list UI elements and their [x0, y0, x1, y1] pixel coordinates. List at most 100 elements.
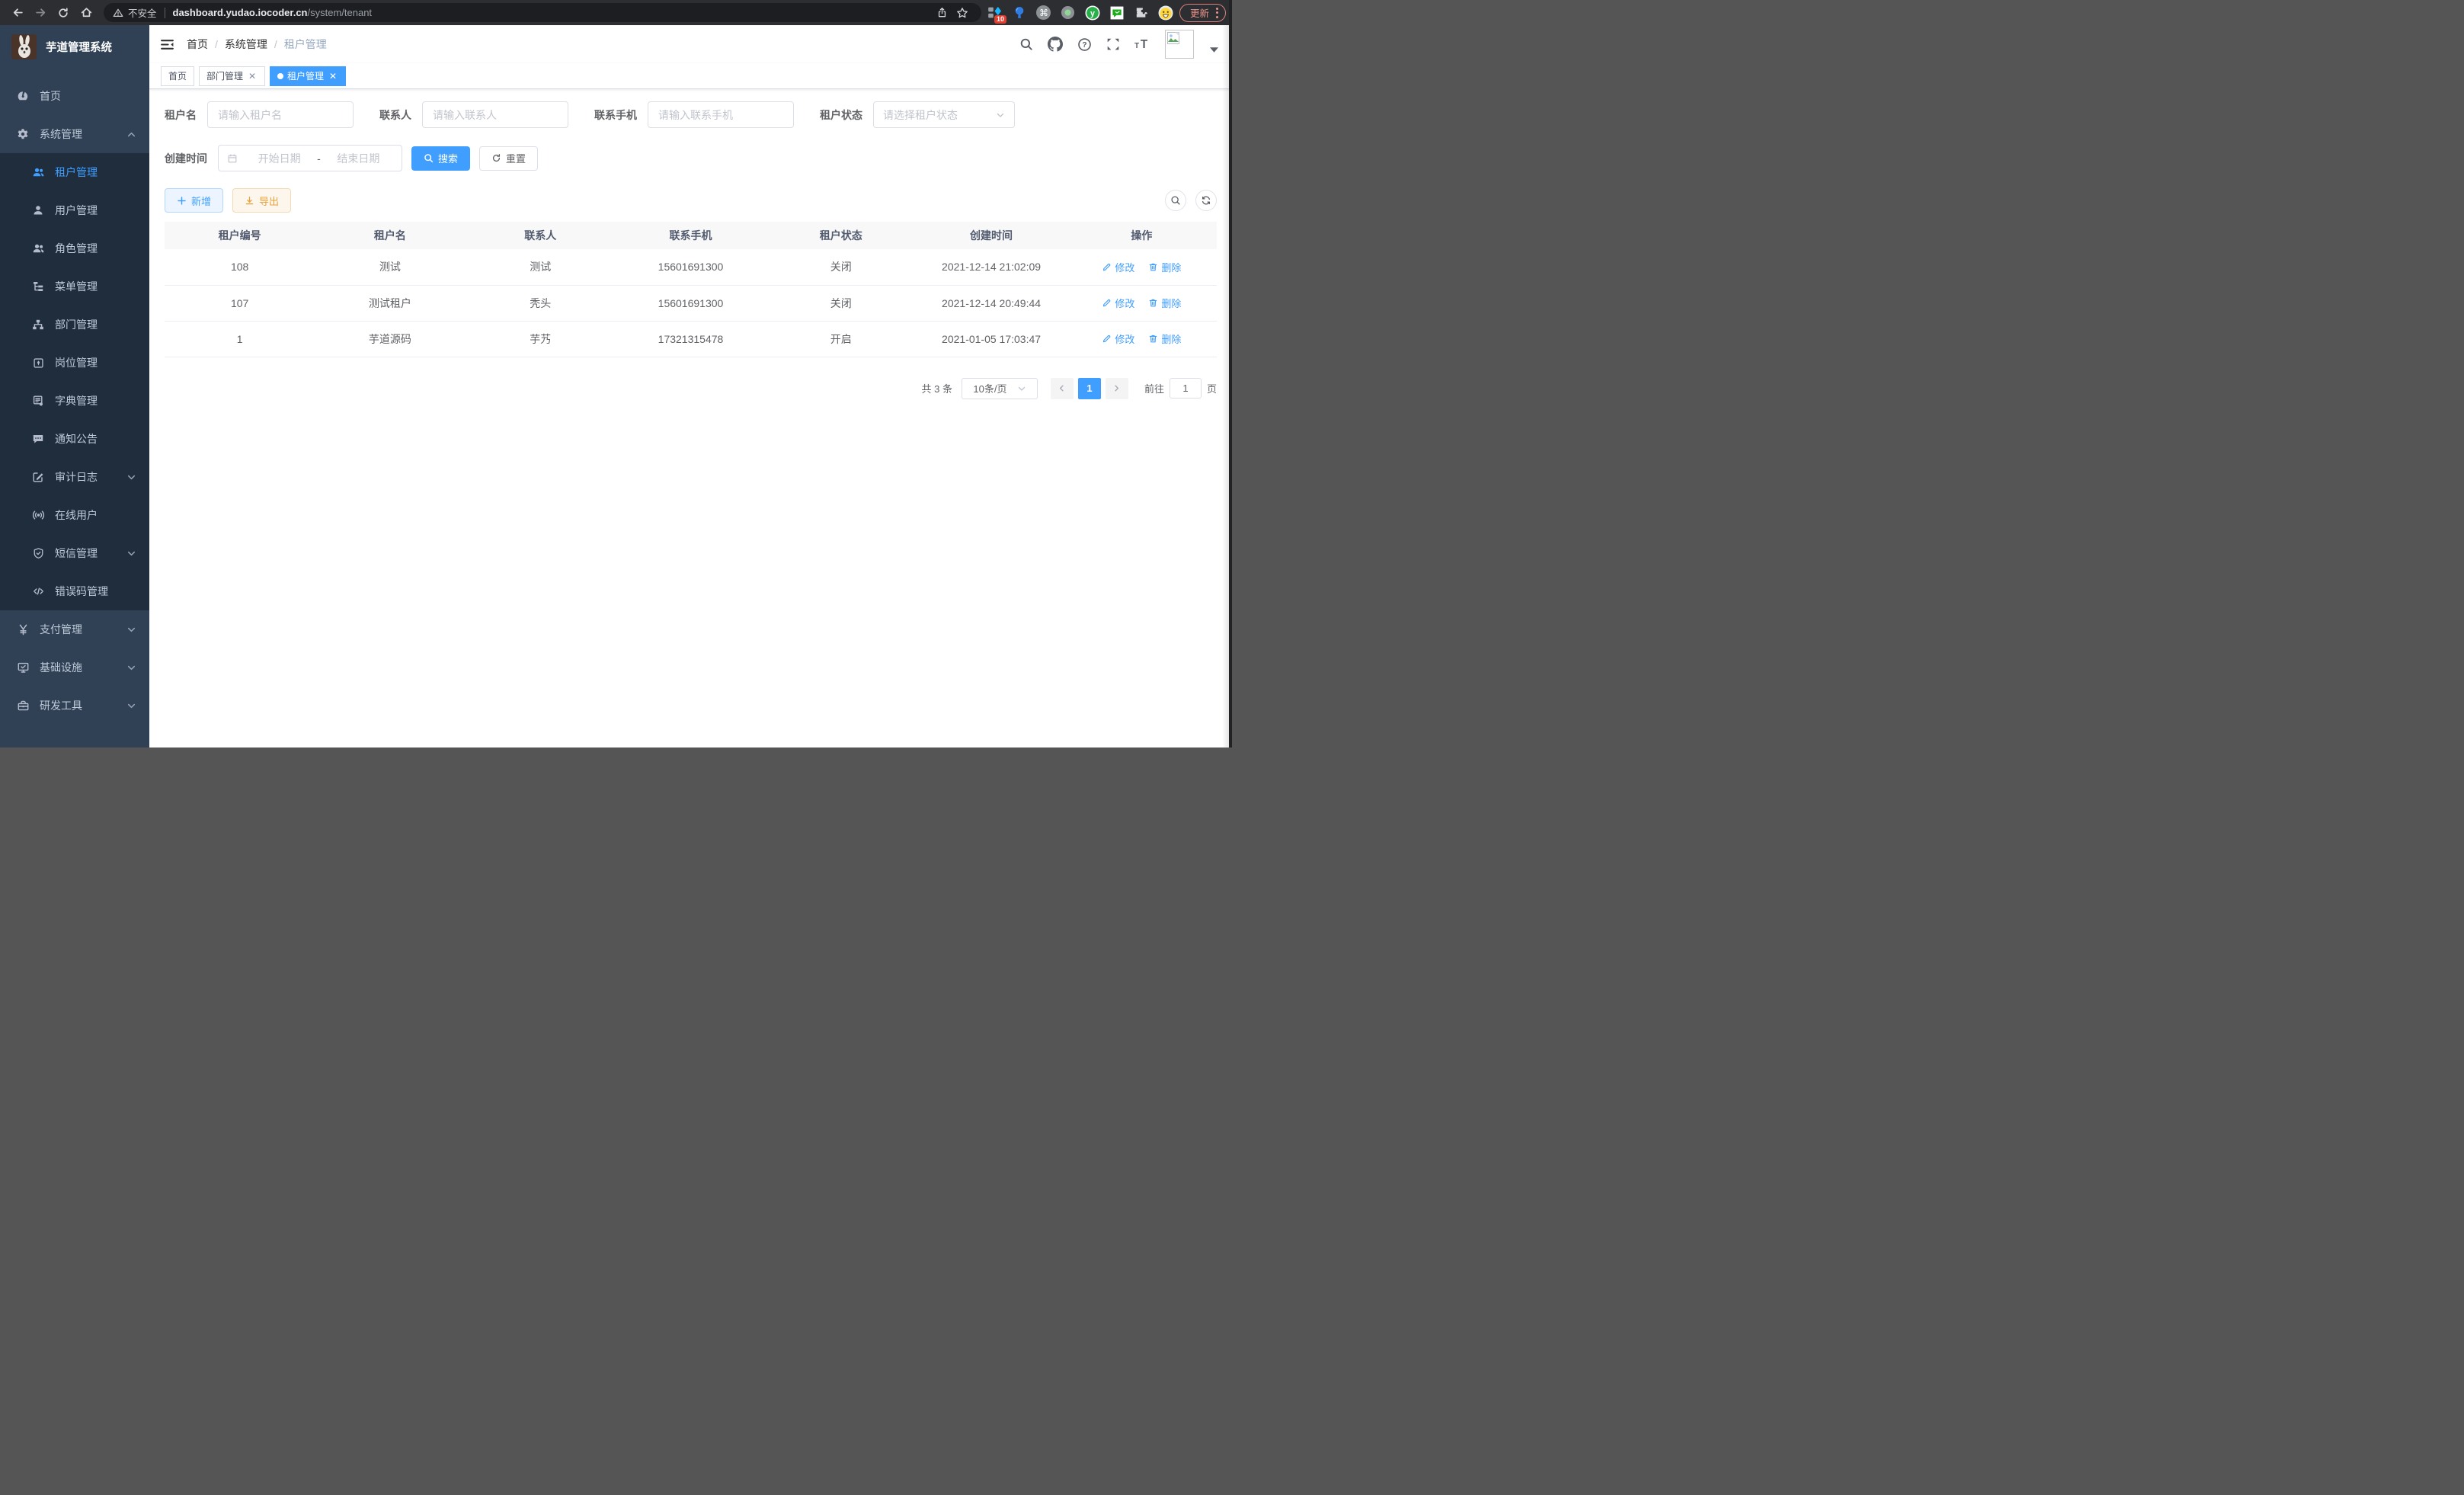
delete-button[interactable]: 删除: [1148, 296, 1181, 310]
sidebar-item-短信管理[interactable]: 短信管理: [0, 534, 149, 572]
chevron-down-icon: [126, 663, 136, 673]
breadcrumb-item[interactable]: 系统管理: [225, 37, 267, 52]
extension-badge: 10: [994, 15, 1006, 24]
extension-tiles-icon[interactable]: 10: [987, 5, 1003, 21]
bookmark-star-icon[interactable]: [955, 5, 970, 21]
share-icon[interactable]: [935, 5, 950, 21]
sidebar-collapse-icon[interactable]: [160, 37, 174, 52]
address-bar[interactable]: 不安全 dashboard.yudao.iocoder.cn/system/te…: [104, 3, 981, 22]
filter-row-2: 创建时间 开始日期 - 结束日期 搜索: [165, 145, 1217, 171]
delete-button[interactable]: 删除: [1148, 331, 1181, 346]
export-button[interactable]: 导出: [232, 188, 291, 213]
sidebar-item-label: 租户管理: [55, 165, 98, 180]
show-search-toggle-button[interactable]: [1165, 190, 1186, 211]
tab-部门管理[interactable]: 部门管理✕: [199, 66, 265, 86]
page-size-select[interactable]: 10条/页: [962, 378, 1038, 399]
content: 租户名 联系人 联系手机 租户状态 请选择租户状态: [149, 89, 1232, 748]
page-number-1[interactable]: 1: [1078, 378, 1101, 399]
edit-button[interactable]: 修改: [1102, 331, 1134, 346]
sidebar-item-用户管理[interactable]: 用户管理: [0, 191, 149, 229]
cell-phone: 15601691300: [616, 285, 766, 321]
svg-text:?: ?: [1082, 41, 1086, 50]
sidebar-item-租户管理[interactable]: 租户管理: [0, 153, 149, 191]
github-icon[interactable]: [1048, 37, 1063, 52]
goto-page-input[interactable]: [1170, 378, 1202, 399]
browser-forward-icon[interactable]: [31, 4, 50, 22]
avatar[interactable]: [1165, 30, 1194, 59]
extension-command-icon[interactable]: ⌘: [1036, 5, 1051, 21]
add-button[interactable]: 新增: [165, 188, 223, 213]
close-icon[interactable]: ✕: [328, 71, 338, 82]
sidebar-item-label: 部门管理: [55, 317, 98, 332]
column-header: 租户名: [315, 222, 465, 249]
help-icon[interactable]: ?: [1077, 37, 1092, 52]
screen: 不安全 dashboard.yudao.iocoder.cn/system/te…: [0, 0, 1232, 748]
sidebar-item-在线用户[interactable]: 在线用户: [0, 496, 149, 534]
browser-menu-icon[interactable]: [1216, 8, 1218, 18]
phone-input[interactable]: [648, 101, 794, 128]
extension-puzzle-icon[interactable]: [1134, 5, 1149, 21]
reset-button[interactable]: 重置: [479, 146, 538, 171]
edit-button[interactable]: 修改: [1102, 296, 1134, 310]
sms-shield-icon: [30, 547, 46, 559]
sidebar-item-字典管理[interactable]: 字典管理: [0, 382, 149, 420]
broken-image-icon: [1167, 32, 1179, 44]
phone-label: 联系手机: [594, 107, 637, 123]
sidebar-item-通知公告[interactable]: 通知公告: [0, 420, 149, 458]
browser-update-button[interactable]: 更新: [1179, 4, 1226, 22]
sidebar-item-label: 基础设施: [40, 660, 82, 675]
tenant-table: 租户编号租户名联系人联系手机租户状态创建时间操作 108测试测试15601691…: [165, 222, 1217, 357]
header-search-icon[interactable]: [1019, 37, 1033, 51]
sidebar-item-菜单管理[interactable]: 菜单管理: [0, 267, 149, 306]
prev-page-button[interactable]: [1051, 378, 1074, 399]
sidebar-item-label: 通知公告: [55, 431, 98, 447]
total-count: 共 3 条: [922, 381, 952, 395]
tab-首页[interactable]: 首页: [161, 66, 194, 86]
refresh-table-button[interactable]: [1195, 190, 1217, 211]
search-button[interactable]: 搜索: [411, 146, 470, 171]
app-title: 芋道管理系统: [46, 39, 112, 55]
extension-chat-icon[interactable]: [1109, 5, 1125, 21]
font-size-icon[interactable]: TT: [1134, 37, 1150, 51]
sidebar: 芋道管理系统 首页系统管理租户管理用户管理角色管理菜单管理部门管理岗位管理字典管…: [0, 25, 149, 748]
create-time-range-picker[interactable]: 开始日期 - 结束日期: [218, 145, 402, 171]
close-icon[interactable]: ✕: [247, 71, 258, 82]
sidebar-item-系统管理[interactable]: 系统管理: [0, 115, 149, 153]
browser-home-icon[interactable]: [77, 4, 95, 22]
security-chip[interactable]: 不安全: [113, 5, 157, 20]
contact-input[interactable]: [422, 101, 568, 128]
browser-back-icon[interactable]: [8, 4, 27, 22]
sidebar-item-部门管理[interactable]: 部门管理: [0, 306, 149, 344]
page-header: 首页/系统管理/租户管理 ? TT: [149, 25, 1232, 63]
avatar-caret-icon[interactable]: [1210, 37, 1218, 53]
app-logo-row[interactable]: 芋道管理系统: [0, 25, 149, 68]
breadcrumb-item[interactable]: 首页: [187, 37, 208, 52]
sidebar-item-岗位管理[interactable]: 岗位管理: [0, 344, 149, 382]
sidebar-item-支付管理[interactable]: 支付管理: [0, 610, 149, 648]
sidebar-item-角色管理[interactable]: 角色管理: [0, 229, 149, 267]
user-icon: [30, 204, 46, 216]
edit-button[interactable]: 修改: [1102, 260, 1134, 274]
tenant-name-input[interactable]: [207, 101, 354, 128]
extension-emoji-icon[interactable]: [1158, 5, 1173, 21]
sidebar-item-错误码管理[interactable]: 错误码管理: [0, 572, 149, 610]
next-page-button[interactable]: [1106, 378, 1128, 399]
status-select[interactable]: 请选择租户状态: [873, 101, 1015, 128]
extension-record-icon[interactable]: [1061, 5, 1076, 21]
tenant-name-label: 租户名: [165, 107, 197, 123]
sidebar-item-label: 用户管理: [55, 203, 98, 218]
sidebar-item-研发工具[interactable]: 研发工具: [0, 687, 149, 725]
sidebar-item-label: 研发工具: [40, 698, 82, 713]
extension-y-icon[interactable]: y: [1085, 5, 1100, 21]
sidebar-item-首页[interactable]: 首页: [0, 77, 149, 115]
sidebar-item-基础设施[interactable]: 基础设施: [0, 648, 149, 687]
cell-status: 开启: [766, 321, 916, 357]
browser-reload-icon[interactable]: [54, 4, 72, 22]
table-header-row: 租户编号租户名联系人联系手机租户状态创建时间操作: [165, 222, 1217, 249]
fullscreen-icon[interactable]: [1106, 37, 1120, 51]
extension-balloon-icon[interactable]: [1012, 5, 1027, 21]
sidebar-item-label: 角色管理: [55, 241, 98, 256]
sidebar-item-审计日志[interactable]: 审计日志: [0, 458, 149, 496]
tab-租户管理[interactable]: 租户管理✕: [270, 66, 346, 86]
delete-button[interactable]: 删除: [1148, 260, 1181, 274]
